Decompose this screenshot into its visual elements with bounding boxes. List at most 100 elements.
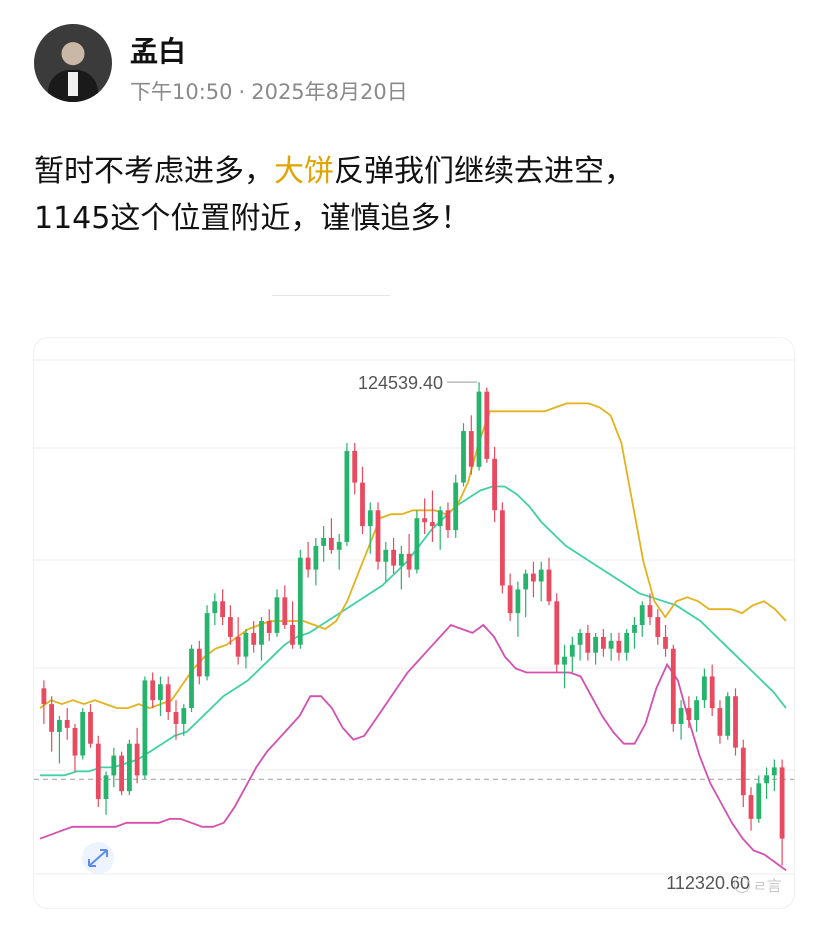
candle-body [748,795,754,819]
candle-body [476,391,482,467]
candle-body [88,712,93,744]
candle-body [111,755,117,776]
author-name[interactable]: 孟白 [130,30,186,70]
candle-body [142,680,148,776]
candle-body [468,431,474,467]
candle-body [165,684,171,712]
post-meta: 下午10:50 · 2025年8月20日 [130,76,408,106]
candle-body [297,557,303,645]
candle-body [422,518,427,523]
candle-body [235,636,241,657]
candle-body [336,541,342,550]
candle-body [228,617,233,637]
post-line-2: 1145这个位置附近，谨慎追多！ [34,201,471,236]
candle-body [398,553,404,566]
post-text-highlight[interactable]: 大饼 [274,154,334,189]
candle-body [771,767,777,776]
post-text-part1: 暂时不考虑进多， [34,154,274,189]
candle-body [290,625,295,645]
candle-body [352,450,358,483]
candle-body [702,676,707,701]
candle-body [694,700,699,720]
candle-body [406,553,412,570]
candle-body [80,712,86,756]
candle-body [523,573,529,590]
candle-body [383,549,389,562]
candle-body [41,688,47,705]
candle-body [593,636,598,653]
candle-body [647,605,653,618]
candle-body [196,648,202,677]
candle-body [531,573,536,582]
post-line-1: 暂时不考虑进多，大饼反弹我们继续去进空， [34,148,794,195]
candle-body [204,613,210,677]
candle-body [538,569,544,582]
candle-body [57,720,62,732]
candle-body [507,585,513,614]
candle-body [103,775,109,799]
candle-body [756,783,762,819]
candle-body [554,601,560,665]
watermark: ㄹ言 [734,875,782,896]
candle-body [437,510,443,527]
watermark-icon [734,877,750,893]
candle-body [484,391,490,459]
chart-image[interactable]: 124539.40 112320.60 ㄹ言 [34,338,794,908]
candle-body [453,482,459,531]
candle-body [274,597,280,633]
candle-body [585,632,591,653]
candle-body [577,632,583,645]
candle-body [220,601,225,618]
candle-body [733,696,738,748]
candle-body [430,522,435,527]
post-body: 暂时不考虑进多，大饼反弹我们继续去进空， 1145这个位置附近，谨慎追多！ [34,148,794,242]
candle-body [173,712,179,724]
candle-body [764,775,769,784]
candle-body [49,704,54,732]
candle-body [717,708,723,736]
candle-body [367,510,373,527]
middle-band-line [40,485,787,777]
candle-body [391,549,396,566]
candle-body [329,538,334,550]
candle-body [461,431,466,483]
avatar-shirt [68,72,78,96]
divider [272,295,390,296]
high-price-label: 124539.40 [358,373,443,393]
meta-separator: · [238,80,246,104]
post-time: 下午10:50 [130,80,233,104]
candle-body [119,755,124,792]
candle-body [189,648,194,708]
candle-body [64,720,70,728]
candle-body [259,621,264,645]
post-header: 孟白 下午10:50 · 2025年8月20日 [34,24,794,104]
candle-body [243,632,249,657]
candle-body [655,617,661,637]
avatar[interactable] [34,24,112,102]
candle-body [414,518,420,570]
candle-body [181,708,187,724]
post-date: 2025年8月20日 [251,80,408,104]
candle-body [492,458,497,511]
candle-body [608,640,614,649]
candle-body [375,510,381,562]
candle-body [601,636,606,649]
candle-body [632,625,637,633]
candle-body [313,545,319,570]
candle-body [740,747,746,796]
candle-body [779,767,785,839]
candle-body [639,605,645,625]
candle-body [212,601,218,614]
candle-body [72,727,78,756]
candle-body [546,569,552,602]
candle-body [686,708,692,720]
candle-body [134,743,140,776]
candle-body [500,510,505,586]
candle-body [562,656,567,665]
candle-body [678,708,684,724]
candle-body [663,636,668,649]
candle-body [445,510,451,531]
candle-body [305,557,311,570]
candle-body [709,676,715,709]
candle-body [515,589,521,614]
